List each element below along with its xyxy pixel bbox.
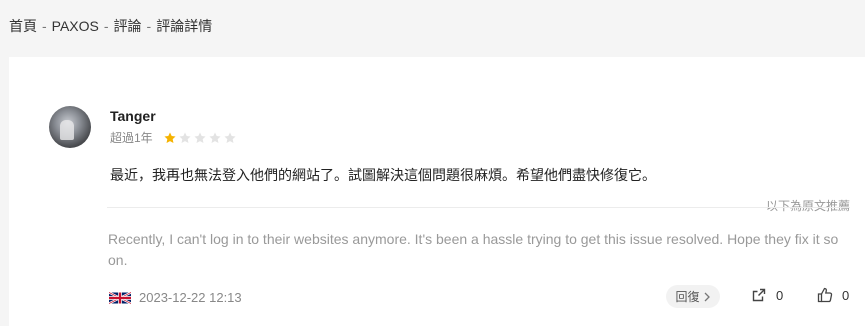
reply-button[interactable]: 回復: [666, 285, 720, 308]
review-meta: 超過1年: [110, 129, 237, 146]
review-footer-info: 2023-12-22 12:13: [109, 290, 242, 305]
share-button[interactable]: 0: [751, 287, 783, 303]
breadcrumb-separator: -: [103, 18, 109, 34]
reply-label: 回復: [675, 290, 700, 304]
chevron-right-icon: [704, 292, 710, 301]
translate-note: 以下為原文推薦: [765, 199, 850, 213]
share-count: 0: [776, 287, 784, 303]
thumbs-up-icon: [817, 287, 833, 303]
like-count: 0: [842, 287, 850, 303]
star-empty-icon: [179, 131, 191, 143]
review-text-translated: 最近，我再也無法登入他們的網站了。試圖解決這個問題很麻煩。希望他們盡快修復它。: [110, 167, 656, 183]
breadcrumb-reviews[interactable]: 評論: [114, 18, 142, 34]
share-icon: [752, 288, 766, 302]
uk-flag-icon: [109, 291, 131, 304]
divider: [107, 207, 850, 208]
star-filled-icon: [164, 131, 176, 143]
review-text-original: Recently, I can't log in to their websit…: [108, 231, 839, 268]
rating-stars: [163, 131, 237, 145]
avatar[interactable]: [49, 106, 91, 148]
like-button[interactable]: 0: [817, 287, 849, 303]
time-ago: 超過1年: [110, 131, 153, 145]
star-empty-icon: [194, 131, 206, 143]
breadcrumb-separator: -: [42, 18, 47, 34]
star-empty-icon: [224, 131, 236, 143]
breadcrumb-separator: -: [146, 18, 152, 34]
breadcrumb: 首頁 - PAXOS - 評論 - 評論詳情: [9, 16, 212, 36]
username[interactable]: Tanger: [110, 108, 156, 124]
review-date: 2023-12-22 12:13: [139, 290, 242, 305]
star-empty-icon: [209, 131, 221, 143]
breadcrumb-home[interactable]: 首頁: [9, 18, 37, 34]
breadcrumb-current: 評論詳情: [156, 18, 213, 34]
breadcrumb-paxos[interactable]: PAXOS: [52, 18, 99, 34]
review-card: Tanger 超過1年 最近，我再也無法登入他們的網站了。試圖解決這個問題很麻煩…: [9, 57, 865, 326]
